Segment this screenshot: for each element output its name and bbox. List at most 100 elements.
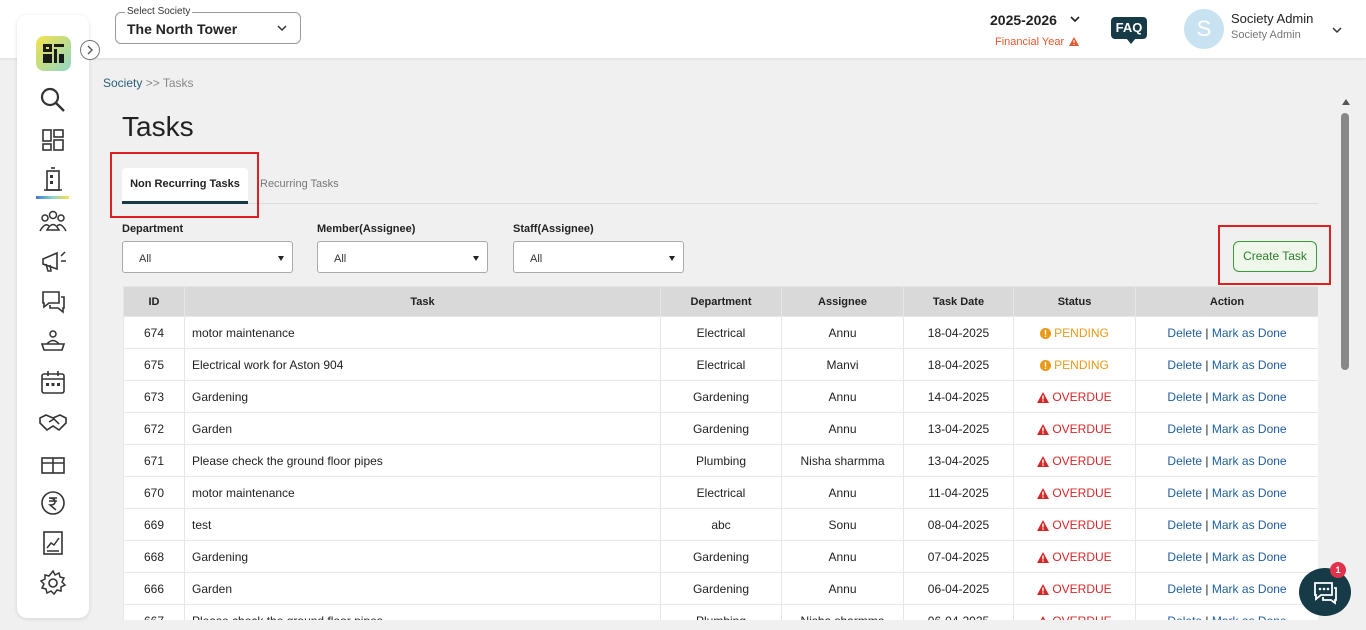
society-select[interactable]: Select Society The North Tower [115,6,301,44]
status-badge: OVERDUE [1037,454,1112,468]
chat-icon[interactable] [39,287,67,315]
delete-link[interactable]: Delete [1167,390,1202,404]
mark-as-done-link[interactable]: Mark as Done [1212,326,1287,340]
gift-icon[interactable] [39,449,67,477]
tab-recurring-tasks[interactable]: Recurring Tasks [260,178,339,190]
chat-notification-badge: 1 [1330,562,1346,578]
table-row: 668 Gardening Gardening Annu 07-04-2025 OVERD… [123,540,1318,573]
table-row: 669 test abc Sonu 08-04-2025 OVERDUE Delete | … [123,508,1318,541]
delete-link[interactable]: Delete [1167,582,1202,596]
chevron-down-icon [1070,16,1080,23]
column-header-department[interactable]: Department [660,286,782,317]
department-filter-select[interactable]: All [122,241,293,273]
cell-task: test [184,508,661,541]
cell-department: Plumbing [660,604,782,620]
building-icon[interactable] [39,166,67,194]
scroll-up-arrow-icon[interactable] [1342,99,1350,105]
settings-icon[interactable] [39,569,67,597]
cell-task: Garden [184,572,661,605]
tasks-table-container: ID Task Department Assignee Task Date St… [123,286,1318,620]
cell-department: Gardening [660,572,782,605]
financial-year-selector[interactable]: 2025-2026 Financial Year [990,12,1090,48]
cell-assignee: Manvi [781,348,904,381]
action-separator: | [1202,421,1212,436]
sidebar [17,15,89,618]
mark-as-done-link[interactable]: Mark as Done [1212,390,1287,404]
calendar-icon[interactable] [39,368,67,396]
dropdown-arrow-icon [669,256,675,261]
cell-action: Delete | Mark as Done [1135,508,1318,541]
mark-as-done-link[interactable]: Mark as Done [1212,550,1287,564]
status-badge: OVERDUE [1037,614,1112,620]
cell-id: 667 [123,604,185,620]
chevron-down-icon[interactable] [1331,24,1343,36]
delete-link[interactable]: Delete [1167,518,1202,532]
action-separator: | [1202,485,1212,500]
mark-as-done-link[interactable]: Mark as Done [1212,486,1287,500]
mark-as-done-link[interactable]: Mark as Done [1212,358,1287,372]
delete-link[interactable]: Delete [1167,550,1202,564]
sidebar-collapse-button[interactable] [80,40,100,60]
delete-link[interactable]: Delete [1167,326,1202,340]
report-icon[interactable] [39,529,67,557]
rupee-icon[interactable] [39,489,67,517]
column-header-task-date[interactable]: Task Date [903,286,1014,317]
cell-task: Gardening [184,540,661,573]
column-header-status[interactable]: Status [1013,286,1136,317]
action-separator: | [1202,549,1212,564]
table-row: 667Please check the ground floor pipesPl… [123,604,1318,621]
table-row: 671 Please check the ground floor pipes Pl… [123,444,1318,477]
chevron-right-icon [87,45,93,55]
service-icon[interactable] [39,328,67,356]
search-icon[interactable] [39,86,67,114]
handshake-icon[interactable] [39,408,67,436]
dropdown-arrow-icon [473,256,479,261]
user-name[interactable]: Society Admin [1231,11,1313,26]
action-separator: | [1202,614,1212,621]
mark-as-done-link[interactable]: Mark as Done [1212,518,1287,532]
member-filter-select[interactable]: All [317,241,488,273]
cell-department: Electrical [660,316,782,349]
status-badge: OVERDUE [1037,390,1112,404]
column-header-id[interactable]: ID [123,286,185,317]
action-separator: | [1202,453,1212,468]
mark-as-done-link[interactable]: Mark as Done [1212,582,1287,596]
status-text: OVERDUE [1052,485,1112,500]
faq-button[interactable]: FAQ [1111,17,1147,44]
breadcrumb-current: Tasks [162,76,194,90]
column-header-task[interactable]: Task [184,286,661,317]
scrollbar-thumb[interactable] [1341,113,1349,370]
avatar[interactable]: S [1184,9,1224,49]
warning-icon [1037,583,1050,595]
cell-task-date: 08-04-2025 [903,508,1014,541]
warning-icon [1037,391,1050,403]
breadcrumb-root[interactable]: Society [103,76,142,90]
cell-action: Delete | Mark as Done [1135,476,1318,509]
app-logo[interactable] [36,36,71,71]
table-row: 673 Gardening Gardening Annu 14-04-2025 OVERD… [123,380,1318,413]
dashboard-icon[interactable] [39,126,67,154]
cell-action: Delete | Mark as Done [1135,412,1318,445]
cell-id: 674 [123,316,185,349]
announcement-icon[interactable] [39,247,67,275]
cell-status: OVERDUE [1013,572,1136,605]
department-filter-value: All [139,253,152,265]
cell-task: Garden [184,412,661,445]
cell-department: Gardening [660,540,782,573]
delete-link[interactable]: Delete [1167,454,1202,468]
delete-link[interactable]: Delete [1167,422,1202,436]
status-badge: OVERDUE [1037,550,1112,564]
table-row: 670 motor maintenance Electrical Annu 11-04-… [123,476,1318,509]
staff-filter-select[interactable]: All [513,241,684,273]
table-row: 666 Garden Gardening Annu 06-04-2025 OVERDUE D… [123,572,1318,605]
column-header-assignee[interactable]: Assignee [781,286,904,317]
delete-link[interactable]: Delete [1167,614,1202,621]
mark-as-done-link[interactable]: Mark as Done [1212,454,1287,468]
mark-as-done-link[interactable]: Mark as Done [1212,614,1287,621]
mark-as-done-link[interactable]: Mark as Done [1212,422,1287,436]
delete-link[interactable]: Delete [1167,358,1202,372]
members-icon[interactable] [39,207,67,235]
delete-link[interactable]: Delete [1167,486,1202,500]
tabs-divider [122,203,1318,204]
cell-assignee: Nisha sharmma [781,444,904,477]
